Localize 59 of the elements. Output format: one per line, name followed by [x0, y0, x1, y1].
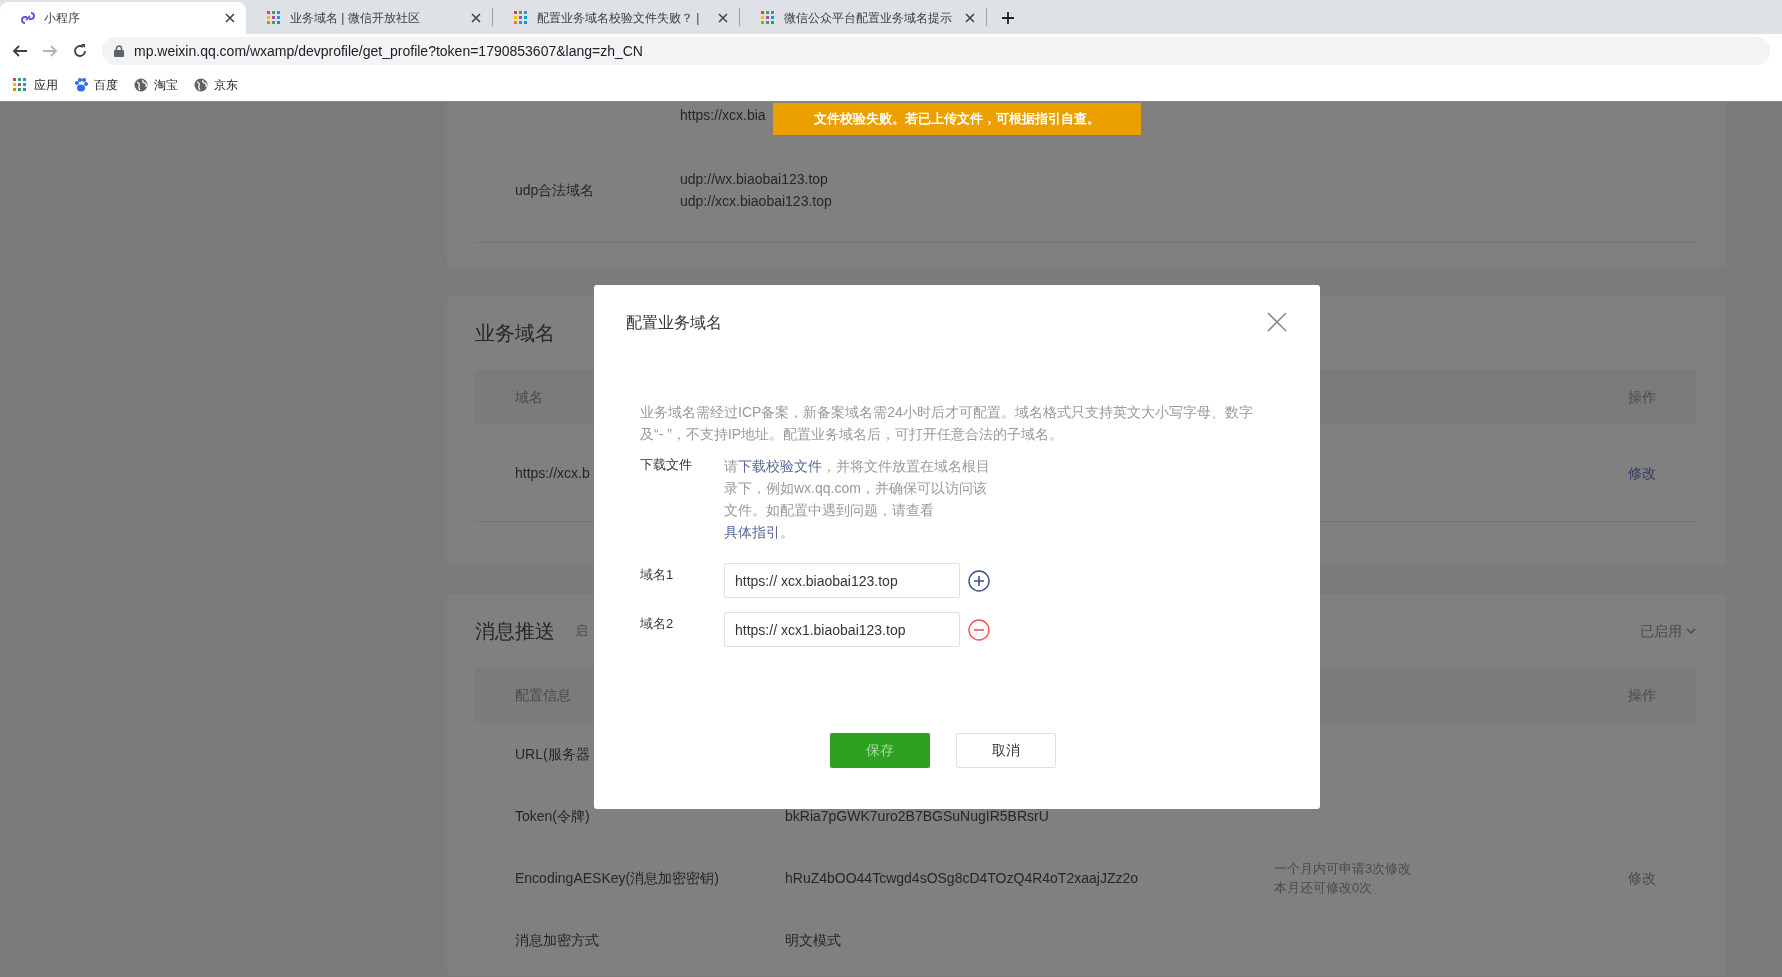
domain-value: https://xcx.bia [680, 106, 766, 125]
table-cell-text: 消息加密方式 [515, 930, 599, 950]
grid-icon [266, 10, 282, 26]
table-cell-text: URL(服务器 [515, 744, 590, 764]
chevron-down-icon [1686, 627, 1696, 635]
lock-icon [114, 45, 124, 57]
browser-tab[interactable]: 配置业务域名校验文件失败？ | [493, 2, 739, 34]
download-link[interactable]: 具体指引 [724, 524, 780, 540]
close-icon[interactable] [224, 12, 236, 24]
table-cell-text: Token(令牌) [515, 806, 590, 826]
globe-icon [194, 77, 208, 92]
section-title: 消息推送 [475, 619, 555, 644]
tab-title: 配置业务域名校验文件失败？ | [537, 10, 701, 27]
domain-value: udp://wx.biaobai123.top [680, 170, 829, 189]
bookmark-link[interactable]: 淘宝 [154, 75, 178, 94]
back-icon[interactable] [12, 43, 28, 59]
add-icon[interactable] [968, 569, 990, 592]
url-text: mp.weixin.qq.com/wxamp/devprofile/get_profile?token=1790853607&lang=zh_CN [134, 41, 643, 61]
domain-input[interactable]: https:// xcx.biaobai123.top [724, 563, 960, 598]
bookmark-link[interactable]: 京东 [214, 75, 238, 94]
link-icon [20, 10, 36, 26]
table-cell-text: bkRia7pGWK7uro2B7BGSuNugIR5BRsrU [785, 806, 1049, 826]
modal-title: 配置业务域名 [626, 313, 722, 333]
grid-icon [513, 10, 529, 26]
browser-tab[interactable]: 微信公众平台配置业务域名提示 [740, 2, 986, 34]
notice-text: 业务域名需经过ICP备案，新备案域名需24小时后才可配置。域名格式只支持英文大小写字母、数字及“- ”，不支持IP地址。配置业务域名后，可打开任意合法的子域名。 [640, 403, 1254, 444]
apps-icon [12, 76, 28, 93]
field-label: 域名2 [640, 615, 675, 633]
download-link[interactable]: 下载校验文件 [738, 458, 822, 474]
table-cell-text: hRuZ4bOO44Tcwgd4sOSg8cD4TOzQ4R4oT2xaajJZz2o [785, 868, 1138, 888]
domain-input[interactable]: https:// xcx1.biaobai123.top [724, 612, 960, 647]
table-cell-text: 明文模式 [785, 930, 841, 950]
browser-tab[interactable]: 小程序 [0, 2, 246, 34]
field-label: 域名1 [640, 566, 675, 584]
cancel-button[interactable]: 取消 [956, 733, 1056, 768]
address-field[interactable]: mp.weixin.qq.com/wxamp/devprofile/get_profile?token=1790853607&lang=zh_CN [102, 37, 1770, 65]
globe-icon [134, 77, 148, 92]
reload-icon[interactable] [72, 43, 88, 59]
browser-tab[interactable]: 业务域名 | 微信开放社区 [246, 2, 492, 34]
close-icon[interactable] [964, 12, 976, 24]
bookmark-link[interactable]: 应用 [34, 75, 58, 94]
bookmark-link[interactable]: 百度 [94, 75, 118, 94]
grid-icon [760, 10, 776, 26]
table-cell-text: EncodingAESKey(消息加密密钥) [515, 868, 719, 888]
section-title: 业务域名 [475, 321, 555, 346]
field-label: 下载文件 [640, 456, 693, 474]
tab-title: 业务域名 | 微信开放社区 [290, 10, 421, 27]
domain-value: udp://xcx.biaobai123.top [680, 192, 832, 211]
row-label: udp合法域名 [515, 181, 595, 198]
close-icon[interactable] [470, 12, 482, 24]
new-tab-icon[interactable] [1001, 11, 1015, 25]
toast-message: 文件校验失败。若已上传文件，可根据指引自查。 [773, 103, 1141, 135]
tab-title: 微信公众平台配置业务域名提示 [784, 10, 953, 27]
instruction-text: 请下载校验文件，并将文件放置在域名根目录下，例如wx.qq.com，并确保可以访问该文件。如配置中遇到问题，请查看 具体指引。 [724, 457, 991, 542]
close-icon[interactable] [717, 12, 729, 24]
remove-icon[interactable] [968, 618, 990, 641]
tab-title: 小程序 [44, 10, 81, 27]
table-cell-text: https://xcx.b [515, 463, 590, 483]
paw-icon [74, 77, 88, 92]
